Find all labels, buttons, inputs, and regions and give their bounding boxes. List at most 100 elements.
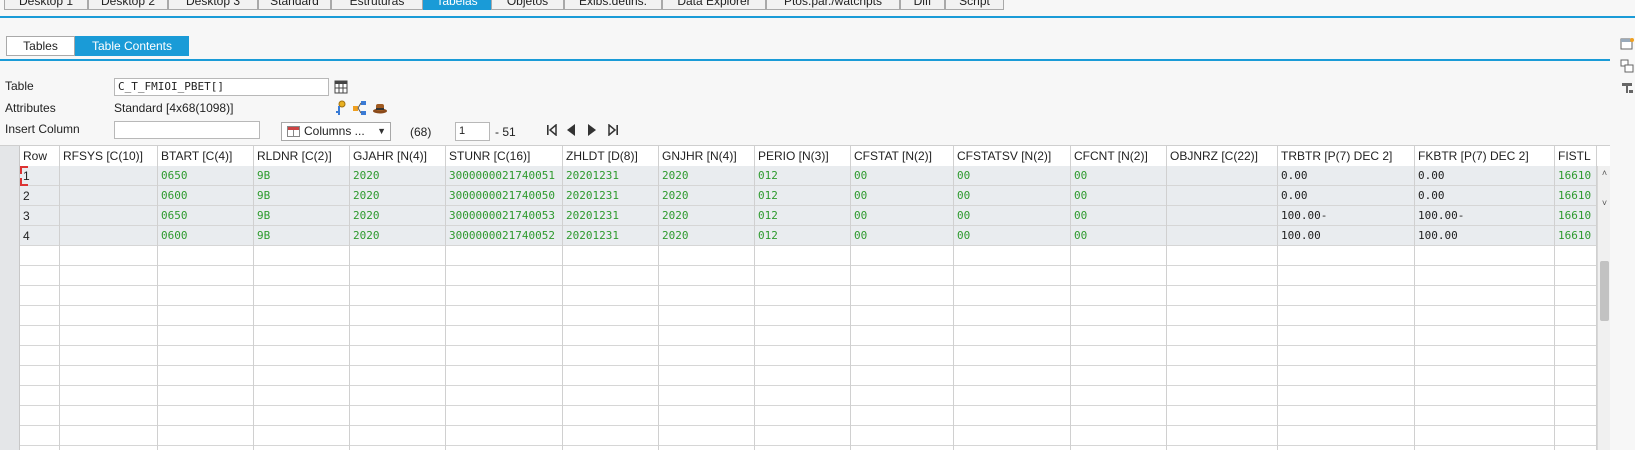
table-cell[interactable] — [60, 306, 158, 326]
table-cell[interactable] — [158, 246, 254, 266]
prev-page-icon[interactable] — [564, 124, 578, 138]
tab-diff[interactable]: Diff — [900, 0, 945, 10]
table-cell[interactable] — [1415, 306, 1555, 326]
table-cell[interactable]: 00 — [1071, 186, 1167, 206]
table-cell[interactable]: 2020 — [350, 186, 446, 206]
table-cell[interactable] — [254, 446, 350, 450]
tab-table-contents[interactable]: Table Contents — [75, 36, 189, 56]
column-header[interactable]: BTART [C(4)] — [158, 146, 254, 166]
table-cell[interactable]: 16610 — [1555, 166, 1597, 186]
row-number-cell[interactable] — [20, 446, 60, 450]
table-cell[interactable] — [954, 326, 1071, 346]
table-cell[interactable] — [755, 266, 851, 286]
table-cell[interactable] — [1415, 286, 1555, 306]
empty-row[interactable] — [20, 346, 1597, 366]
table-cell[interactable]: 100.00- — [1278, 206, 1415, 226]
column-header[interactable]: CFCNT [N(2)] — [1071, 146, 1167, 166]
table-row[interactable]: 2 0600 9B 2020 3000000021740050 20201231 2020 0… — [20, 186, 1597, 206]
tab-desktop-3[interactable]: Desktop 3 — [168, 0, 258, 10]
table-cell[interactable] — [755, 246, 851, 266]
table-cell[interactable] — [350, 426, 446, 446]
table-cell[interactable] — [446, 246, 563, 266]
table-cell[interactable]: 2020 — [659, 186, 755, 206]
table-row[interactable]: 1 0650 9B 2020 3000000021740051 20201231 2020 0… — [20, 166, 1597, 186]
table-cell[interactable]: 20201231 — [563, 186, 659, 206]
table-cell[interactable] — [659, 306, 755, 326]
table-cell[interactable] — [1415, 426, 1555, 446]
table-cell[interactable] — [1071, 426, 1167, 446]
table-cell[interactable]: 2020 — [659, 226, 755, 246]
table-cell[interactable] — [1071, 306, 1167, 326]
table-cell[interactable]: 2020 — [350, 166, 446, 186]
table-cell[interactable] — [954, 446, 1071, 450]
table-cell[interactable] — [563, 426, 659, 446]
table-cell[interactable]: 0.00 — [1415, 166, 1555, 186]
table-cell[interactable]: 00 — [851, 186, 954, 206]
table-cell[interactable] — [254, 306, 350, 326]
table-cell[interactable] — [158, 326, 254, 346]
table-cell[interactable] — [659, 366, 755, 386]
table-cell[interactable]: 00 — [851, 166, 954, 186]
table-cell[interactable] — [851, 246, 954, 266]
table-cell[interactable]: 00 — [954, 166, 1071, 186]
table-cell[interactable] — [446, 386, 563, 406]
table-cell[interactable]: 00 — [851, 226, 954, 246]
scroll-down-icon[interactable]: ˅ — [1598, 198, 1610, 208]
column-header[interactable]: FKBTR [P(7) DEC 2] — [1415, 146, 1555, 166]
table-cell[interactable]: 0.00 — [1415, 186, 1555, 206]
table-cell[interactable] — [755, 366, 851, 386]
table-cell[interactable] — [1167, 266, 1278, 286]
empty-row[interactable] — [20, 386, 1597, 406]
tab-objetos[interactable]: Objetos — [491, 0, 564, 10]
table-cell[interactable] — [954, 386, 1071, 406]
table-cell[interactable] — [60, 226, 158, 246]
table-cell[interactable] — [954, 306, 1071, 326]
table-cell[interactable] — [755, 426, 851, 446]
table-cell[interactable]: 9B — [254, 226, 350, 246]
table-cell[interactable]: 100.00- — [1415, 206, 1555, 226]
table-cell[interactable]: 3000000021740052 — [446, 226, 563, 246]
table-cell[interactable] — [1278, 426, 1415, 446]
column-header[interactable]: PERIO [N(3)] — [755, 146, 851, 166]
row-number-cell[interactable]: 2 — [20, 186, 60, 206]
table-cell[interactable]: 0650 — [158, 166, 254, 186]
row-number-cell[interactable] — [20, 246, 60, 266]
vertical-scrollbar[interactable]: ˄ ˅ — [1597, 166, 1610, 450]
table-cell[interactable]: 16610 — [1555, 206, 1597, 226]
table-cell[interactable] — [1555, 406, 1597, 426]
table-cell[interactable] — [158, 446, 254, 450]
column-header[interactable]: CFSTAT [N(2)] — [851, 146, 954, 166]
table-cell[interactable]: 012 — [755, 166, 851, 186]
table-cell[interactable] — [446, 286, 563, 306]
table-row[interactable]: 4 0600 9B 2020 3000000021740052 20201231 2020 0… — [20, 226, 1597, 246]
column-header[interactable]: STUNR [C(16)] — [446, 146, 563, 166]
table-cell[interactable] — [954, 266, 1071, 286]
empty-row[interactable] — [20, 326, 1597, 346]
next-page-icon[interactable] — [585, 124, 599, 138]
table-cell[interactable]: 9B — [254, 206, 350, 226]
column-header[interactable]: GNJHR [N(4)] — [659, 146, 755, 166]
table-cell[interactable] — [1071, 266, 1167, 286]
table-cell[interactable] — [158, 346, 254, 366]
table-cell[interactable] — [851, 266, 954, 286]
table-cell[interactable] — [1555, 426, 1597, 446]
table-cell[interactable] — [1167, 406, 1278, 426]
table-cell[interactable]: 00 — [851, 206, 954, 226]
table-cell[interactable] — [1278, 366, 1415, 386]
table-cell[interactable] — [1555, 266, 1597, 286]
table-cell[interactable]: 0600 — [158, 186, 254, 206]
table-cell[interactable] — [158, 366, 254, 386]
tab-exibs-detins[interactable]: Exibs.detins. — [564, 0, 662, 10]
tab-standard[interactable]: Standard — [258, 0, 331, 10]
table-cell[interactable] — [1167, 366, 1278, 386]
table-cell[interactable]: 20201231 — [563, 166, 659, 186]
table-cell[interactable] — [954, 426, 1071, 446]
table-cell[interactable] — [1278, 246, 1415, 266]
table-cell[interactable] — [851, 326, 954, 346]
table-cell[interactable]: 20201231 — [563, 226, 659, 246]
table-cell[interactable] — [1415, 266, 1555, 286]
column-header[interactable]: GJAHR [N(4)] — [350, 146, 446, 166]
column-header[interactable]: TRBTR [P(7) DEC 2] — [1278, 146, 1415, 166]
table-cell[interactable] — [1071, 286, 1167, 306]
table-cell[interactable] — [1167, 166, 1278, 186]
